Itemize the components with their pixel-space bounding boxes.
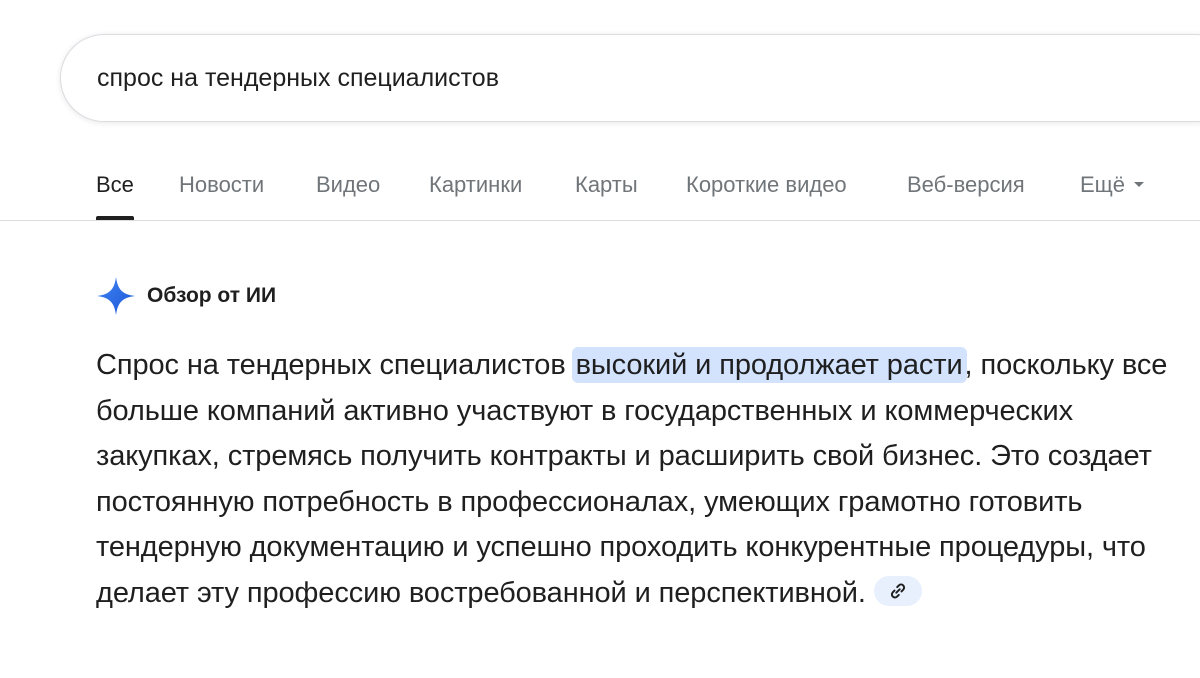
caret-down-icon [1134, 181, 1145, 187]
source-link-button[interactable] [873, 576, 922, 607]
tab-short-videos[interactable]: Короткие видео [686, 172, 847, 220]
ai-overview-highlight[interactable]: высокий и продолжает расти [571, 347, 967, 383]
tab-news[interactable]: Новости [179, 172, 264, 220]
ai-overview-header: Обзор от ИИ [95, 274, 276, 318]
ai-overview-title: Обзор от ИИ [147, 284, 277, 307]
tab-images[interactable]: Картинки [429, 172, 522, 220]
tab-web[interactable]: Веб-версия [907, 172, 1025, 220]
ai-overview-text-rest: , поскольку все больше компаний активно … [96, 349, 1168, 609]
search-input[interactable] [97, 35, 1097, 121]
sparkle-icon [95, 275, 137, 317]
tab-all[interactable]: Все [96, 172, 134, 220]
tab-more-label: Ещё [1080, 172, 1126, 197]
search-tabs: Все Новости Видео Картинки Карты Коротки… [0, 150, 1200, 221]
tab-maps[interactable]: Карты [575, 172, 638, 220]
link-icon [890, 583, 905, 599]
search-box[interactable] [60, 34, 1200, 122]
ai-overview-text-start: Спрос на тендерных специалистов [96, 349, 574, 381]
tab-video[interactable]: Видео [316, 172, 380, 220]
tab-more[interactable]: Ещё [1080, 172, 1145, 220]
ai-overview-text: Спрос на тендерных специалистов высокий … [96, 343, 1176, 617]
